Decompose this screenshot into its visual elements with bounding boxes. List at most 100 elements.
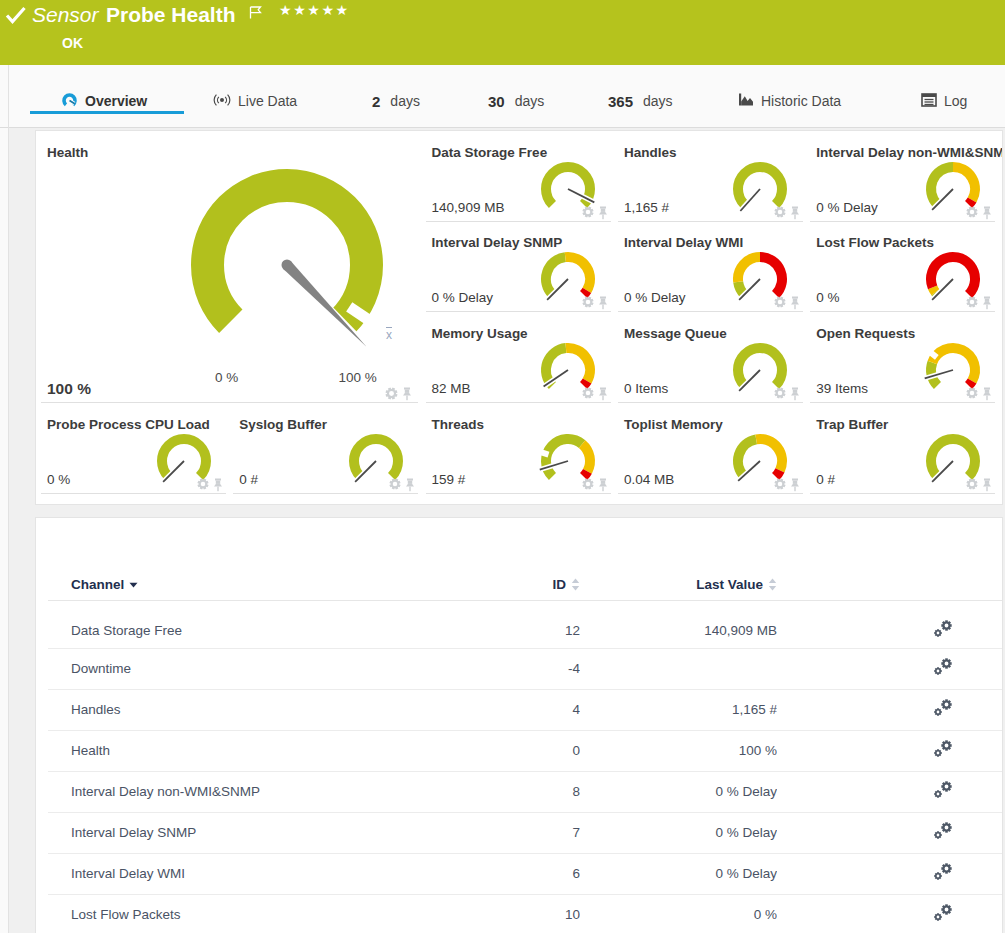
tile-actions <box>582 387 608 401</box>
active-tab-underline <box>30 111 184 114</box>
channel-row-lost-flow-packets[interactable]: Lost Flow Packets100 % <box>48 894 1003 933</box>
tab-2-days[interactable]: 2days <box>372 91 420 111</box>
channel-name[interactable]: Interval Delay SNMP <box>48 812 478 853</box>
channel-name[interactable]: Interval Delay WMI <box>48 853 478 894</box>
channel-actions <box>777 689 1003 730</box>
gauge-tile-health: Healthx0 %100 %100 % <box>41 139 418 404</box>
channel-settings-gear-icon[interactable] <box>582 206 594 218</box>
channel-pin-icon[interactable] <box>790 478 800 492</box>
channel-name[interactable]: Interval Delay non-WMI&SNMP <box>48 771 478 812</box>
channel-name[interactable]: Handles <box>48 689 478 730</box>
priority-stars[interactable]: ★★★★★ <box>279 2 350 18</box>
tile-actions <box>582 296 608 310</box>
channel-id: 0 <box>478 730 580 771</box>
channel-pin-icon[interactable] <box>790 387 800 401</box>
channel-settings-gear-icon[interactable] <box>582 387 594 399</box>
tab-historic-data[interactable]: Historic Data <box>738 91 841 111</box>
channel-edit-gear-icon[interactable] <box>934 620 953 638</box>
channel-edit-gear-icon[interactable] <box>934 904 953 922</box>
channel-pin-icon[interactable] <box>982 296 992 310</box>
column-header-last-value[interactable]: Last Value <box>580 570 777 600</box>
channel-gauge-value: 0 % Delay <box>624 290 686 305</box>
channel-name[interactable]: Lost Flow Packets <box>48 894 478 933</box>
gauge-tile-memory-usage: Memory Usage82 MB <box>426 320 611 403</box>
channel-pin-icon[interactable] <box>405 478 415 492</box>
channel-gauge-value: 0 # <box>816 472 835 487</box>
tile-actions <box>389 478 415 492</box>
channel-settings-gear-icon[interactable] <box>966 206 978 218</box>
channel-pin-icon[interactable] <box>982 206 992 220</box>
channel-settings-gear-icon[interactable] <box>966 478 978 490</box>
channel-edit-gear-icon[interactable] <box>934 699 953 717</box>
channel-settings-gear-icon[interactable] <box>197 478 209 490</box>
channel-pin-icon[interactable] <box>790 296 800 310</box>
tile-actions <box>582 478 608 492</box>
channel-gauge-value: 0 % Delay <box>816 200 878 215</box>
column-header-id[interactable]: ID <box>478 570 580 600</box>
channel-edit-gear-icon[interactable] <box>934 822 953 840</box>
channel-pin-icon[interactable] <box>598 387 608 401</box>
channel-gauge-title: Open Requests <box>816 327 915 341</box>
channel-actions <box>777 600 1003 648</box>
historic-data-chart-icon <box>738 92 754 110</box>
channel-gauge-title: Toplist Memory <box>624 418 723 432</box>
tile-actions <box>966 206 992 220</box>
flag-icon[interactable] <box>249 5 263 23</box>
channel-row-interval-delay-non-wmi-snmp[interactable]: Interval Delay non-WMI&SNMP80 % Delay <box>48 771 1003 812</box>
channel-settings-gear-icon[interactable] <box>774 296 786 308</box>
sensor-title: Probe Health <box>106 3 236 27</box>
object-type-label: Sensor <box>32 3 99 27</box>
channel-settings-gear-icon[interactable] <box>966 296 978 308</box>
status-ok-check-icon <box>5 6 27 30</box>
channel-settings-gear-icon[interactable] <box>582 296 594 308</box>
channel-actions <box>777 894 1003 933</box>
tab-live-data[interactable]: Live Data <box>213 91 297 111</box>
channel-row-health[interactable]: Health0100 % <box>48 730 1003 771</box>
left-rail-divider <box>8 65 9 933</box>
channel-settings-gear-icon[interactable] <box>582 478 594 490</box>
channel-row-downtime[interactable]: Downtime-4 <box>48 648 1003 689</box>
channel-settings-gear-icon[interactable] <box>389 478 401 490</box>
gauge-average-marker: x <box>386 327 392 340</box>
gauge-tile-trap-buffer: Trap Buffer0 # <box>810 411 995 494</box>
channel-row-interval-delay-snmp[interactable]: Interval Delay SNMP70 % Delay <box>48 812 1003 853</box>
channel-settings-gear-icon[interactable] <box>966 387 978 399</box>
channel-gauge-value: 0 # <box>239 472 258 487</box>
tab-30-days[interactable]: 30days <box>488 91 544 111</box>
channel-pin-icon[interactable] <box>598 296 608 310</box>
channel-pin-icon[interactable] <box>402 387 412 401</box>
channel-settings-gear-icon[interactable] <box>774 206 786 218</box>
channel-edit-gear-icon[interactable] <box>934 740 953 758</box>
channel-pin-icon[interactable] <box>982 478 992 492</box>
channel-edit-gear-icon[interactable] <box>934 781 953 799</box>
channel-edit-gear-icon[interactable] <box>934 863 953 881</box>
overview-gauge-icon <box>61 92 78 111</box>
gauge-tile-handles: Handles1,165 # <box>618 139 803 222</box>
channel-name[interactable]: Downtime <box>48 648 478 689</box>
channel-row-data-storage-free[interactable]: Data Storage Free12140,909 MB <box>48 600 1003 648</box>
channel-pin-icon[interactable] <box>213 478 223 492</box>
channel-pin-icon[interactable] <box>598 478 608 492</box>
gauge-min-label: 0 % <box>205 370 249 385</box>
tile-actions <box>385 387 412 401</box>
channel-row-interval-delay-wmi[interactable]: Interval Delay WMI60 % Delay <box>48 853 1003 894</box>
channel-settings-gear-icon[interactable] <box>774 387 786 399</box>
channel-id: -4 <box>478 648 580 689</box>
channel-pin-icon[interactable] <box>598 206 608 220</box>
channel-name[interactable]: Health <box>48 730 478 771</box>
channel-pin-icon[interactable] <box>982 387 992 401</box>
channel-settings-gear-icon[interactable] <box>774 478 786 490</box>
tab-log[interactable]: Log <box>921 91 967 111</box>
channel-pin-icon[interactable] <box>790 206 800 220</box>
channel-last-value: 0 % <box>580 894 777 933</box>
channel-edit-gear-icon[interactable] <box>934 658 953 676</box>
tab-365-days[interactable]: 365days <box>608 91 673 111</box>
channel-settings-gear-icon[interactable] <box>385 387 398 400</box>
column-header-channel[interactable]: Channel <box>48 570 478 600</box>
tab-number: 365 <box>608 93 633 110</box>
tab-overview[interactable]: Overview <box>61 91 147 111</box>
channel-name[interactable]: Data Storage Free <box>48 600 478 648</box>
channel-row-handles[interactable]: Handles41,165 # <box>48 689 1003 730</box>
channel-table: Channel ID Last Value <box>48 570 1003 933</box>
channel-gauge-value: 0.04 MB <box>624 472 674 487</box>
